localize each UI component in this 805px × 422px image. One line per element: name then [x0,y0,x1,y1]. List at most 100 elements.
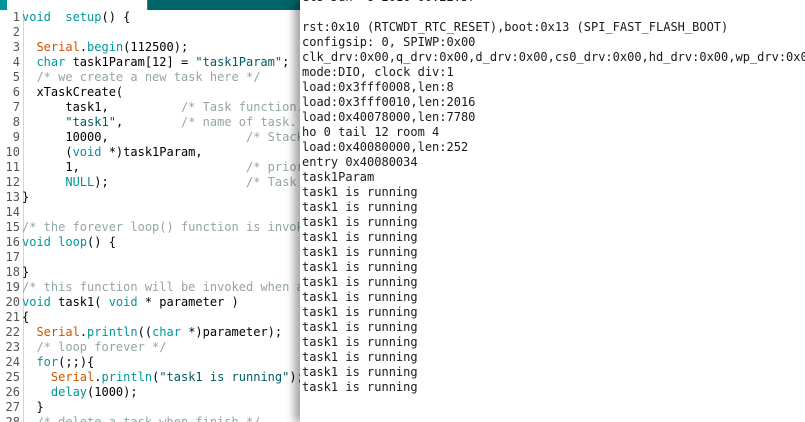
serial-output-line: task1 is running [302,350,418,364]
line-number: 25 [5,370,20,384]
line-number: 4 [12,55,20,69]
code-token: (1000); [87,385,138,399]
line-text: (void *)task1Param, [22,145,203,159]
serial-output-line: task1 is running [302,200,418,214]
code-line[interactable]: 5 /* we create a new task here */ [0,70,300,85]
code-line[interactable]: 13} [0,190,300,205]
code-token: char [152,325,181,339]
line-text: /* the forever loop() function is invoke… [22,220,300,234]
line-number: 24 [5,355,20,369]
code-area[interactable]: 1 void setup() {2 3 Serial.begin(112500); 4… [0,10,300,422]
code-token: for [36,355,59,369]
line-text: for(;;){ [22,355,94,369]
code-line[interactable]: 12 NULL); /* Task handle */ [0,175,300,190]
line-text: void loop() { [22,235,116,249]
code-token: /* the forever loop() function is invoke… [22,220,300,234]
code-line[interactable]: 15/* the forever loop() function is invo… [0,220,300,235]
code-token: NULL [65,175,95,189]
code-line[interactable]: 14 [0,205,300,220]
code-editor[interactable]: 1 void setup() {2 3 Serial.begin(112500); 4… [0,0,300,422]
line-number: 10 [5,145,20,159]
code-line[interactable]: 6 xTaskCreate( [0,85,300,100]
line-number: 3 [12,40,20,54]
line-number: 7 [12,100,20,114]
line-number: 6 [12,85,20,99]
line-number: 23 [5,340,20,354]
line-text: 1, /* priority */ [22,160,300,174]
serial-output-line: task1 is running [302,335,418,349]
line-number: 11 [5,160,20,174]
code-token: () { [87,235,116,249]
line-number: 12 [5,175,20,189]
editor-tab-bar [0,0,300,10]
code-line[interactable]: 20 void task1( void * parameter ) [0,295,300,310]
code-token: setup [65,10,102,24]
code-line[interactable]: 7 task1, /* Task function. */ [0,100,300,115]
serial-output: ets Jun 8 2016 00:22:57rst:0x10 (RTCWDT_… [302,0,805,395]
line-number: 19 [5,280,20,294]
serial-output-line: configsip: 0, SPIWP:0x00 [302,35,476,49]
code-line[interactable]: 18} [0,265,300,280]
code-token: void [108,295,138,309]
sketch-tab[interactable] [6,0,148,10]
code-line[interactable]: 10 (void *)task1Param, [0,145,300,160]
serial-output-line: mode:DIO, clock div:1 [302,65,454,79]
line-text: Serial.println((char *)parameter); [22,325,282,339]
code-line[interactable]: 2 [0,25,300,40]
code-token: /* priority */ [245,160,300,174]
code-token: task1Param[12] = [65,55,196,69]
code-line[interactable]: 26 delay(1000); [0,385,300,400]
code-line[interactable]: 21{ [0,310,300,325]
code-line[interactable]: 17 [0,250,300,265]
serial-output-line: task1 is running [302,380,418,394]
code-line[interactable]: 23 /* loop forever */ [0,340,300,355]
serial-output-line [302,5,805,20]
code-token: /* delete a task when finish */ [36,415,261,422]
line-text: /* this function will be invoked when a … [22,280,300,294]
code-token: ( [22,145,73,159]
line-number: 27 [5,400,20,414]
line-text: char task1Param[12] = "task1Param"; [22,55,289,69]
code-token: ; [282,55,290,69]
code-line[interactable]: 24 for(;;){ [0,355,300,370]
serial-output-line: load:0x40080000,len:252 [302,140,469,154]
line-number: 21 [5,310,20,324]
code-line[interactable]: 28 /* delete a task when finish */ [0,415,300,422]
code-token: /* this function will be invoked when a … [22,280,300,294]
line-text: /* loop forever */ [22,340,166,354]
line-number: 1 [12,10,20,24]
code-line[interactable]: 22 Serial.println((char *)parameter); [0,325,300,340]
line-number: 13 [5,190,20,204]
line-text: xTaskCreate( [22,85,123,99]
code-token: , [115,115,181,129]
serial-output-line: task1 is running [302,230,418,244]
code-line[interactable]: 25 Serial.println("task1 is running"); [0,370,300,385]
serial-output-line: task1Param [302,170,375,184]
code-line[interactable]: 1 void setup() { [0,10,300,25]
code-token: (;;){ [58,355,95,369]
code-token: *)task1Param, [101,145,203,159]
serial-output-line: load:0x3fff0010,len:2016 [302,95,476,109]
code-line[interactable]: 27 } [0,400,300,415]
code-token: () { [101,10,131,24]
code-token: begin [87,40,124,54]
code-line[interactable]: 19/* this function will be invoked when … [0,280,300,295]
serial-output-line: task1 is running [302,215,418,229]
code-line[interactable]: 4 char task1Param[12] = "task1Param"; [0,55,300,70]
serial-output-line: load:0x3fff0008,len:8 [302,80,454,94]
line-text: 10000, /* Stack size */ [22,130,300,144]
code-line[interactable]: 16 void loop() { [0,235,300,250]
code-token: /* Task function. */ [180,100,300,114]
code-token: 10000, [22,130,246,144]
code-line[interactable]: 9 10000, /* Stack size */ [0,130,300,145]
code-line[interactable]: 8 "task1", /* name of task. */ [0,115,300,130]
code-line[interactable]: 3 Serial.begin(112500); [0,40,300,55]
code-line[interactable]: 11 1, /* priority */ [0,160,300,175]
code-token: void [22,235,51,249]
